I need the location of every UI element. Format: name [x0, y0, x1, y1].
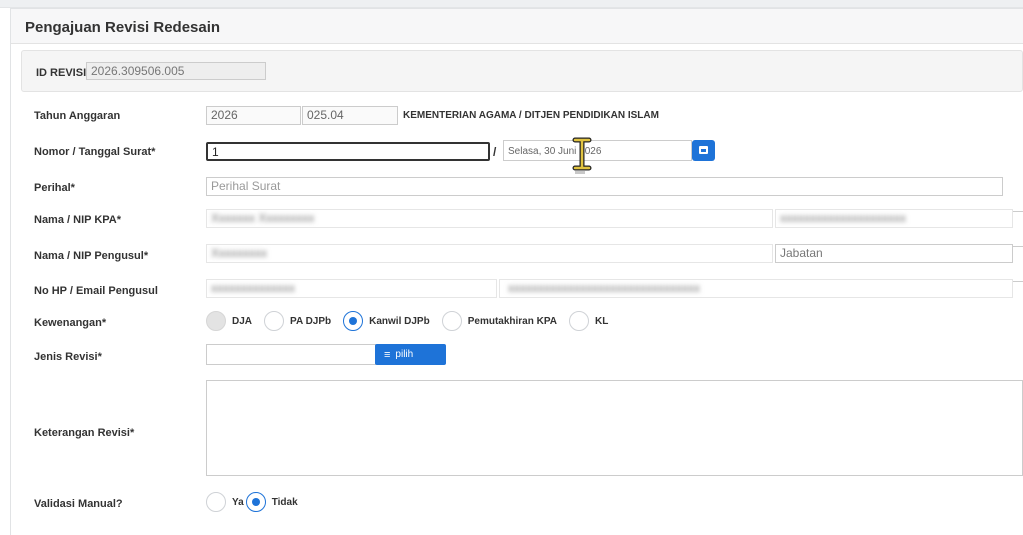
tahun-anggaran-label: Tahun Anggaran — [34, 110, 121, 122]
radio-label-pa-djpb[interactable]: PA DJPb — [290, 316, 331, 327]
perihal-label: Perihal* — [34, 182, 75, 194]
tanggal-surat-input[interactable]: Selasa, 30 Juni 2026 — [503, 140, 692, 161]
separator: / — [493, 145, 497, 159]
radio-kanwil-djpb[interactable] — [343, 311, 364, 331]
hp-email-label: No HP / Email Pengusul — [34, 285, 158, 297]
nip-kpa-input[interactable]: xxxxxxxxxxxxxxxxxxxxx — [775, 209, 1013, 228]
radio-kl[interactable] — [569, 311, 590, 331]
panel-header: Pengajuan Revisi Redesain — [11, 9, 1023, 44]
radio-label-kl[interactable]: KL — [595, 316, 608, 327]
calendar-icon — [699, 146, 708, 154]
email-value: xxxxxxxxxxxxxxxxxxxxxxxxxxxxxxxx — [508, 281, 700, 295]
validasi-radio-group: Ya Tidak — [206, 492, 310, 512]
nomor-surat-label: Nomor / Tanggal Surat* — [34, 146, 156, 158]
kewenangan-radio-group: DJA PA DJPb Kanwil DJPb Pemutakhiran KPA… — [206, 311, 620, 331]
kode-field: 025.04 — [302, 106, 398, 125]
ministry-name: KEMENTERIAN AGAMA / DITJEN PENDIDIKAN IS… — [403, 110, 659, 121]
radio-pa-djpb[interactable] — [264, 311, 285, 331]
keterangan-revisi-label: Keterangan Revisi* — [34, 427, 135, 439]
row-end-mark — [1013, 246, 1023, 247]
text-cursor-icon — [572, 137, 592, 174]
pilih-button-label: pilih — [395, 349, 414, 360]
id-revisi-box: ID REVISI 2026.309506.005 — [21, 50, 1023, 92]
row-end-mark — [1013, 211, 1023, 212]
nama-pengusul-input[interactable]: Xxxxxxxxx — [206, 244, 773, 263]
no-hp-value: xxxxxxxxxxxxxx — [211, 281, 295, 295]
pilih-button[interactable]: ≡ pilih — [375, 344, 446, 365]
radio-label-ya[interactable]: Ya — [232, 497, 244, 508]
jenis-revisi-label: Jenis Revisi* — [34, 351, 102, 363]
validasi-manual-label: Validasi Manual? — [34, 498, 123, 510]
list-icon: ≡ — [384, 348, 391, 361]
nama-pengusul-value: Xxxxxxxxx — [211, 246, 268, 260]
row-end-mark — [1013, 281, 1023, 282]
radio-pemutakhiran-kpa[interactable] — [441, 311, 462, 331]
jenis-revisi-input[interactable] — [206, 344, 376, 365]
perihal-input[interactable]: Perihal Surat — [206, 177, 1003, 196]
email-input[interactable]: xxxxxxxxxxxxxxxxxxxxxxxxxxxxxxxx — [499, 279, 1013, 298]
calendar-button[interactable] — [692, 140, 715, 161]
id-revisi-field: 2026.309506.005 — [86, 62, 266, 80]
kewenangan-label: Kewenangan* — [34, 317, 107, 329]
nama-kpa-label: Nama / NIP KPA* — [34, 214, 122, 226]
radio-label-tidak[interactable]: Tidak — [272, 497, 298, 508]
radio-label-kanwil-djpb[interactable]: Kanwil DJPb — [369, 316, 430, 327]
tahun-field: 2026 — [206, 106, 301, 125]
nama-kpa-input[interactable]: Xxxxxxx Xxxxxxxxx — [206, 209, 773, 228]
page-title: Pengajuan Revisi Redesain — [25, 19, 221, 36]
jabatan-input[interactable]: Jabatan — [775, 244, 1013, 263]
nama-pengusul-label: Nama / NIP Pengusul* — [34, 250, 149, 262]
keterangan-revisi-textarea[interactable] — [206, 380, 1023, 476]
radio-dja — [206, 311, 226, 331]
radio-tidak[interactable] — [245, 492, 266, 512]
radio-label-dja: DJA — [232, 315, 253, 327]
radio-label-pemutakhiran-kpa[interactable]: Pemutakhiran KPA — [468, 316, 557, 327]
nomor-surat-input[interactable]: 1 — [206, 142, 490, 161]
nip-kpa-value: xxxxxxxxxxxxxxxxxxxxx — [780, 211, 906, 225]
top-strip — [0, 0, 1023, 8]
radio-ya[interactable] — [206, 492, 226, 512]
no-hp-input[interactable]: xxxxxxxxxxxxxx — [206, 279, 497, 298]
id-revisi-label: ID REVISI — [36, 67, 87, 79]
nama-kpa-value: Xxxxxxx Xxxxxxxxx — [211, 211, 315, 225]
